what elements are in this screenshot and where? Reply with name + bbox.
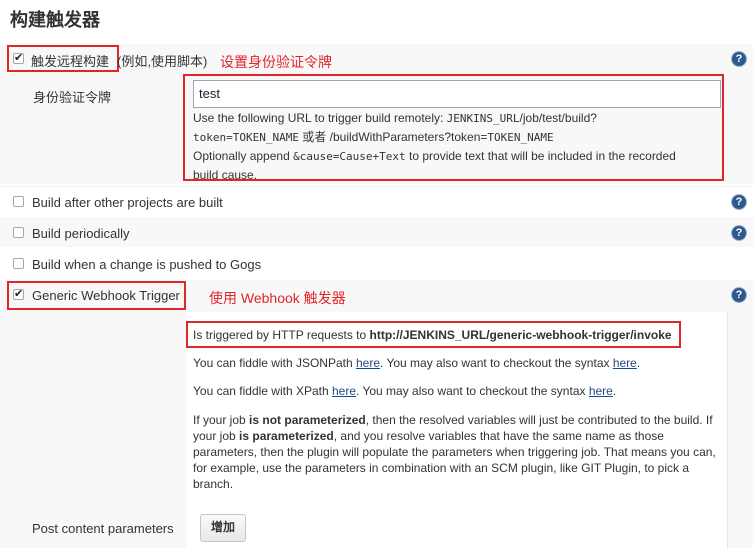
token-hint: Use the following URL to trigger build r… xyxy=(193,109,676,184)
build-after-label[interactable]: Build after other projects are built xyxy=(32,195,223,210)
token-hint-line-3: Optionally append &cause=Cause+Text to p… xyxy=(193,149,676,163)
help-icon[interactable]: ? xyxy=(732,226,746,240)
webhook-label[interactable]: Generic Webhook Trigger xyxy=(32,288,180,303)
webhook-checkbox[interactable] xyxy=(13,287,24,300)
help-icon[interactable]: ? xyxy=(732,52,746,66)
token-label: 身份验证令牌 xyxy=(33,90,112,105)
gogs-checkbox[interactable] xyxy=(13,258,24,269)
post-content-params-label: Post content parameters xyxy=(32,521,174,536)
page-title: 构建触发器 xyxy=(10,10,100,30)
para-line-1: If your job is not parameterized, then t… xyxy=(193,413,713,427)
para-line-4: for example, use the parameters in combi… xyxy=(193,461,690,475)
build-periodically-label[interactable]: Build periodically xyxy=(32,226,130,241)
jsonpath-fiddle-link[interactable]: here xyxy=(356,356,380,370)
add-button[interactable]: 增加 xyxy=(200,514,246,542)
para-line-3: parameters, then the plugin will populat… xyxy=(193,445,716,459)
xpath-fiddle-link[interactable]: here xyxy=(332,384,356,398)
parameterized-explanation: If your job is not parameterized, then t… xyxy=(193,412,716,492)
jsonpath-line: You can fiddle with JSONPath here. You m… xyxy=(193,356,641,370)
remote-trigger-suffix: (例如,使用脚本) xyxy=(117,54,208,69)
jsonpath-syntax-link[interactable]: here xyxy=(613,356,637,370)
annotation-use-webhook: 使用 Webhook 触发器 xyxy=(209,290,346,306)
token-hint-line-4: build cause. xyxy=(193,168,258,182)
annotation-set-token: 设置身份验证令牌 xyxy=(220,54,332,70)
para-line-2: your job is parameterized, and you resol… xyxy=(193,429,664,443)
build-after-checkbox[interactable] xyxy=(13,196,24,207)
xpath-syntax-link[interactable]: here xyxy=(589,384,613,398)
help-icon[interactable]: ? xyxy=(732,288,746,302)
remote-trigger-checkbox[interactable] xyxy=(13,51,24,64)
divider xyxy=(727,312,728,548)
gogs-label[interactable]: Build when a change is pushed to Gogs xyxy=(32,257,261,272)
remote-trigger-label[interactable]: 触发远程构建 xyxy=(31,51,109,70)
token-input[interactable]: test xyxy=(193,80,721,108)
build-periodically-checkbox[interactable] xyxy=(13,227,24,238)
invoke-url-text: Is triggered by HTTP requests to http://… xyxy=(193,328,672,342)
para-line-5: branch. xyxy=(193,477,234,491)
token-hint-line-1: Use the following URL to trigger build r… xyxy=(193,111,597,125)
xpath-line: You can fiddle with XPath here. You may … xyxy=(193,384,617,398)
token-hint-line-2: token=TOKEN_NAME 或者 /buildWithParameters… xyxy=(193,130,554,144)
help-icon[interactable]: ? xyxy=(732,195,746,209)
